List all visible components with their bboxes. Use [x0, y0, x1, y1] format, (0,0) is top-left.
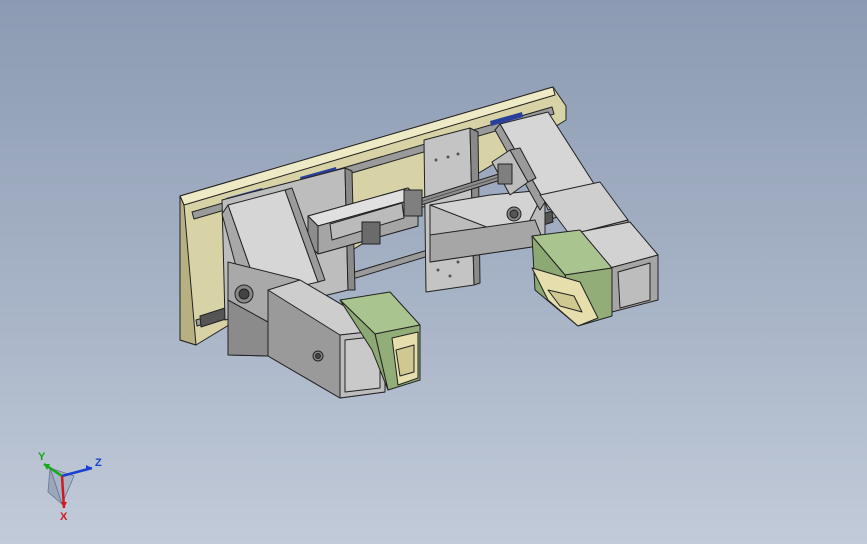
x-axis-label: X [60, 511, 68, 522]
cad-viewport[interactable]: Y Z X [0, 0, 867, 544]
y-axis-label: Y [38, 451, 46, 463]
orientation-triad[interactable]: Y Z X [28, 446, 108, 523]
assembly-model[interactable] [0, 0, 867, 544]
z-axis-label: Z [95, 457, 102, 469]
